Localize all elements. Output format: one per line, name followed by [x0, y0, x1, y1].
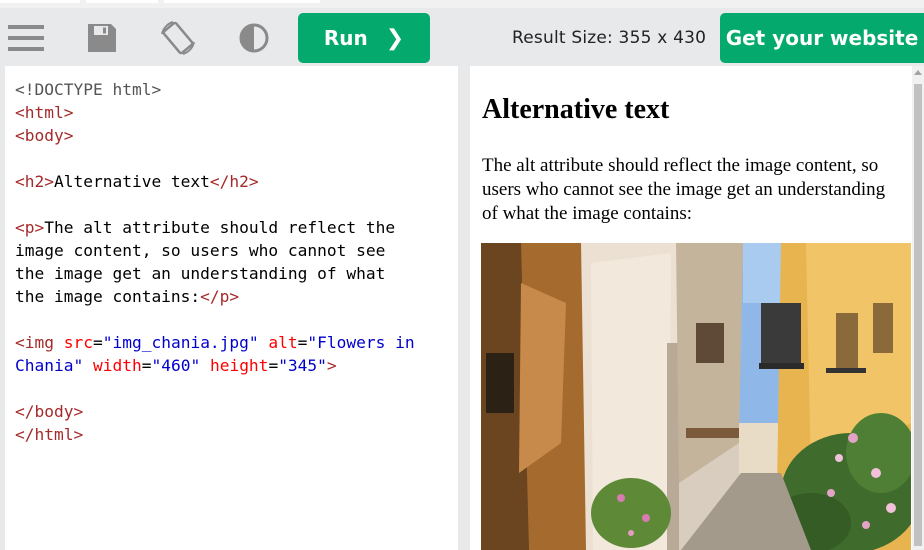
code-line: <html>	[15, 103, 74, 122]
code-attr: alt	[268, 333, 298, 352]
code-tag: <p>	[15, 218, 45, 237]
top-strip-segment	[0, 0, 80, 3]
result-size-label: Result Size: 355 x 430	[512, 28, 707, 48]
code-tag: </h2>	[209, 172, 259, 191]
top-strip-segment	[164, 0, 320, 3]
scrollbar-thumb[interactable]	[914, 84, 922, 546]
top-strip-segment	[86, 0, 158, 3]
code-tag: <img	[15, 333, 54, 352]
code-text: Alternative text	[53, 172, 210, 191]
code-text: the image contains:	[15, 287, 201, 306]
code-value: "460"	[151, 356, 201, 375]
panel-divider[interactable]	[458, 66, 470, 550]
result-heading: Alternative text	[482, 94, 670, 125]
run-label: Run	[323, 26, 368, 50]
result-paragraph: The alt attribute should reflect the ima…	[482, 155, 886, 224]
code-attr: src	[63, 333, 93, 352]
save-icon[interactable]	[82, 20, 122, 56]
code-editor[interactable]: <!DOCTYPE html> <html> <body> <h2>Altern…	[5, 66, 458, 550]
code-value: "345"	[278, 356, 327, 375]
code-line: </html>	[15, 425, 84, 444]
code-tag: </p>	[200, 287, 240, 306]
code-tag: >	[326, 356, 337, 375]
code-tag: <h2>	[15, 172, 54, 191]
menu-icon[interactable]	[6, 20, 46, 56]
code-value: "Flowers in	[307, 333, 415, 352]
code-line: </body>	[15, 402, 84, 421]
result-panel: Alternative text The alt attribute shoul…	[470, 66, 924, 550]
code-value: "img_chania.jpg"	[102, 333, 259, 352]
code-attr: width	[92, 356, 142, 375]
result-scrollbar[interactable]	[912, 66, 924, 550]
code-line: <!DOCTYPE html>	[15, 80, 162, 99]
chania-flowers-image	[481, 243, 911, 550]
code-value: Chania"	[15, 356, 84, 375]
run-button[interactable]: Run ❯	[298, 13, 430, 63]
contrast-icon[interactable]	[234, 20, 274, 56]
scroll-up-icon[interactable]	[914, 70, 922, 75]
code-text: image content, so users who cannot see	[15, 241, 386, 260]
chevron-right-icon: ❯	[385, 25, 405, 51]
get-your-website-button[interactable]: Get your website	[720, 13, 924, 63]
toolbar: Run ❯ Result Size: 355 x 430 Get your we…	[0, 8, 924, 66]
code-text: The alt attribute should reflect the	[44, 218, 396, 237]
top-strip	[0, 0, 924, 8]
code-text: the image get an understanding of what	[15, 264, 386, 283]
code-attr: height	[209, 356, 269, 375]
rotate-icon[interactable]	[158, 20, 198, 56]
code-content[interactable]: <!DOCTYPE html> <html> <body> <h2>Altern…	[15, 78, 455, 446]
code-line: <body>	[15, 126, 74, 145]
